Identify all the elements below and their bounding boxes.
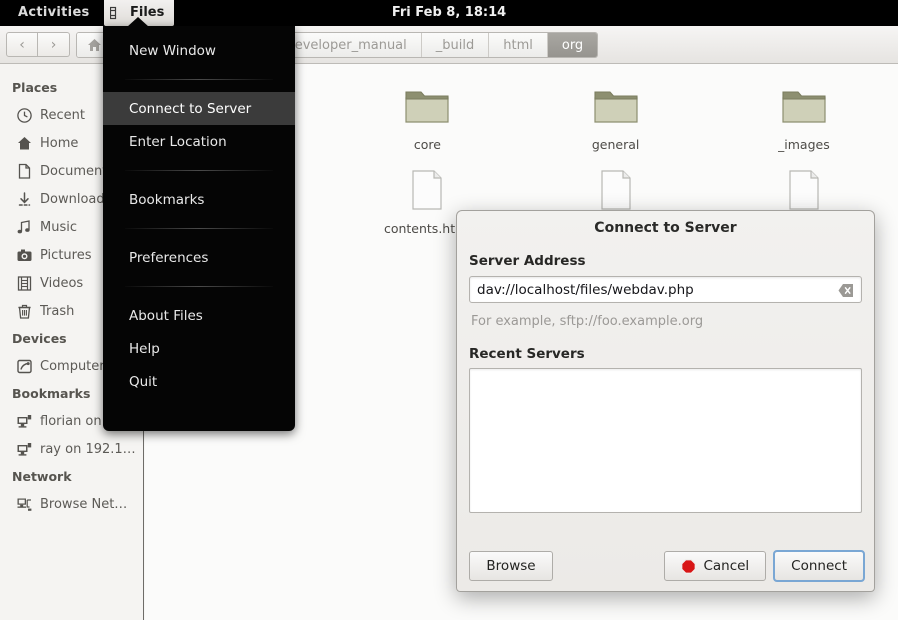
sidebar-item-label: Trash bbox=[40, 304, 74, 319]
sidebar-item-label: Recent bbox=[40, 108, 85, 123]
connect-to-server-dialog: Connect to Server Server Address dav://l… bbox=[456, 210, 875, 592]
menu-item-connect-to-server[interactable]: Connect to Server bbox=[103, 92, 295, 125]
menu-item-enter-location[interactable]: Enter Location bbox=[103, 125, 295, 158]
film-icon bbox=[16, 275, 33, 292]
menu-item-bookmarks[interactable]: Bookmarks bbox=[103, 183, 295, 216]
menu-item-preferences[interactable]: Preferences bbox=[103, 241, 295, 274]
file-name: core bbox=[414, 137, 441, 152]
server-address-value: dav://localhost/files/webdav.php bbox=[477, 277, 694, 304]
menu-item-help[interactable]: Help bbox=[103, 332, 295, 365]
sidebar-item-label: Downloads bbox=[40, 192, 111, 207]
dialog-title: Connect to Server bbox=[457, 211, 874, 245]
chevron-left-icon: ‹ bbox=[19, 37, 25, 53]
breadcrumb-item-html[interactable]: html bbox=[489, 33, 548, 57]
browse-network-icon bbox=[16, 496, 33, 513]
menu-arrow bbox=[127, 17, 149, 27]
files-icon bbox=[110, 6, 124, 20]
camera-icon bbox=[16, 247, 33, 264]
file-item[interactable]: _images bbox=[710, 78, 898, 162]
navigation-buttons: ‹ › bbox=[6, 32, 70, 57]
document-file-icon bbox=[592, 166, 640, 214]
sidebar-item-label: Pictures bbox=[40, 248, 91, 263]
folder-icon bbox=[592, 82, 640, 130]
file-item[interactable]: general bbox=[522, 78, 710, 162]
clear-icon[interactable] bbox=[838, 283, 854, 298]
connect-button[interactable]: Connect bbox=[774, 551, 864, 581]
sidebar-item-label: Browse Net… bbox=[40, 497, 127, 512]
menu-item-about-files[interactable]: About Files bbox=[103, 299, 295, 332]
menu-separator bbox=[125, 79, 273, 80]
cancel-button[interactable]: Cancel bbox=[664, 551, 766, 581]
file-name: _images bbox=[778, 137, 830, 152]
back-button[interactable]: ‹ bbox=[6, 32, 38, 57]
sidebar-item-label: ray on 192.1… bbox=[40, 442, 136, 457]
home-icon bbox=[16, 135, 33, 152]
sidebar-heading-network: Network bbox=[0, 463, 143, 490]
server-address-label: Server Address bbox=[469, 253, 862, 269]
clock-icon bbox=[16, 107, 33, 124]
sidebar-item-ray-on-192-1-[interactable]: ray on 192.1… bbox=[0, 435, 143, 463]
activities-button[interactable]: Activities bbox=[10, 0, 98, 26]
document-file-icon bbox=[403, 166, 451, 214]
menu-item-new-window[interactable]: New Window bbox=[103, 34, 295, 67]
dialog-actions: Browse Cancel Connect bbox=[457, 551, 876, 581]
file-item[interactable]: core bbox=[333, 78, 521, 162]
menu-separator bbox=[125, 286, 273, 287]
sidebar-item-label: Computer bbox=[40, 359, 105, 374]
network-server-icon bbox=[16, 413, 33, 430]
sidebar-item-browse-net-[interactable]: Browse Net… bbox=[0, 490, 143, 518]
cancel-label: Cancel bbox=[703, 558, 749, 574]
file-name: general bbox=[592, 137, 640, 152]
home-icon bbox=[87, 38, 102, 52]
server-address-input[interactable]: dav://localhost/files/webdav.php bbox=[469, 276, 862, 303]
computer-icon bbox=[16, 358, 33, 375]
sidebar-item-label: Home bbox=[40, 136, 78, 151]
breadcrumb-item-org[interactable]: org bbox=[548, 33, 597, 57]
download-icon bbox=[16, 191, 33, 208]
server-address-hint: For example, sftp://foo.example.org bbox=[471, 314, 862, 329]
recent-servers-label: Recent Servers bbox=[469, 346, 862, 362]
menu-item-quit[interactable]: Quit bbox=[103, 365, 295, 398]
screen: Fri Feb 8, 18:14 Activities Files ‹ › bbox=[0, 0, 898, 620]
forward-button[interactable]: › bbox=[38, 32, 70, 57]
folder-icon bbox=[403, 82, 451, 130]
recent-servers-list[interactable] bbox=[469, 368, 862, 513]
menu-separator bbox=[125, 170, 273, 171]
app-menu-popup: New Window Connect to ServerEnter Locatio… bbox=[103, 26, 295, 431]
chevron-right-icon: › bbox=[51, 37, 57, 53]
sidebar-item-label: Videos bbox=[40, 276, 83, 291]
network-server-icon bbox=[16, 441, 33, 458]
browse-button[interactable]: Browse bbox=[469, 551, 553, 581]
trash-icon bbox=[16, 303, 33, 320]
music-icon bbox=[16, 219, 33, 236]
menu-separator bbox=[125, 228, 273, 229]
dialog-body: Server Address dav://localhost/files/web… bbox=[457, 253, 874, 513]
folder-icon bbox=[780, 82, 828, 130]
sidebar-item-label: Music bbox=[40, 220, 77, 235]
breadcrumb-item-_build[interactable]: _build bbox=[422, 33, 489, 57]
document-icon bbox=[16, 163, 33, 180]
document-file-icon bbox=[780, 166, 828, 214]
stop-icon bbox=[681, 559, 696, 574]
